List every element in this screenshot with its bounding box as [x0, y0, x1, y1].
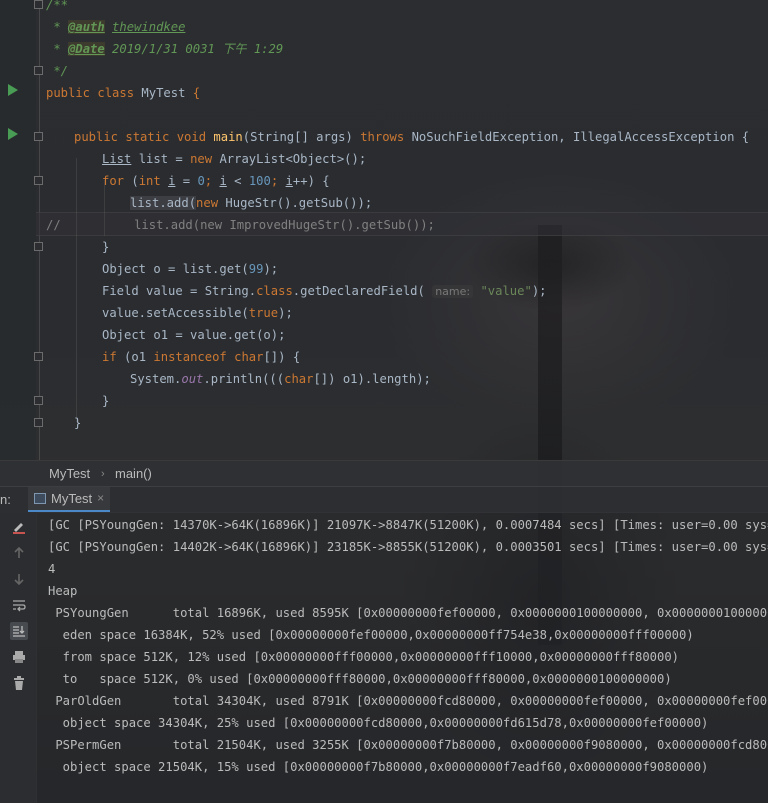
- code-line: }: [102, 240, 110, 254]
- console-line: [GC [PSYoungGen: 14370K->64K(16896K)] 21…: [48, 518, 768, 532]
- run-tab-mytest[interactable]: MyTest ×: [28, 486, 111, 512]
- down-arrow-icon[interactable]: [10, 570, 28, 588]
- code-line: System.out.println(((char[]) o1).length)…: [130, 372, 431, 386]
- fold-icon[interactable]: [34, 132, 43, 141]
- close-icon[interactable]: ×: [97, 486, 104, 511]
- code-line: }: [102, 394, 110, 408]
- code-line: public static void main(String[] args) t…: [74, 130, 750, 144]
- console-line: Heap: [48, 584, 78, 598]
- code-line: if (o1 instanceof char[]) {: [102, 350, 301, 364]
- soft-wrap-icon[interactable]: [10, 596, 28, 614]
- fold-icon[interactable]: [34, 176, 43, 185]
- stop-icon[interactable]: [10, 518, 28, 536]
- breadcrumb: MyTest › main(): [0, 460, 768, 487]
- run-main-icon[interactable]: [8, 128, 18, 140]
- code-line: Field value = String.class.getDeclaredFi…: [102, 284, 547, 298]
- console-line: from space 512K, 12% used [0x00000000fff…: [48, 650, 680, 664]
- code-line: for (int i = 0; i < 100; i++) {: [102, 174, 330, 188]
- fold-icon[interactable]: [34, 352, 43, 361]
- code-line: */: [53, 64, 69, 78]
- fold-icon[interactable]: [34, 418, 43, 427]
- indent-guide: [76, 158, 77, 422]
- run-tab-label: MyTest: [51, 491, 93, 506]
- code-line: // list.add(new ImprovedHugeStr().getSub…: [46, 218, 435, 232]
- parameter-hint: name:: [432, 285, 474, 298]
- code-line: Object o = list.get(99);: [102, 262, 279, 276]
- code-line: value.setAccessible(true);: [102, 306, 293, 320]
- up-arrow-icon[interactable]: [10, 544, 28, 562]
- console-line: to space 512K, 0% used [0x00000000fff800…: [48, 672, 672, 686]
- code-line: /**: [46, 0, 69, 12]
- console-line: 4: [48, 562, 56, 576]
- chevron-right-icon: ›: [101, 468, 105, 480]
- code-line: }: [74, 416, 82, 430]
- code-line: List list = new ArrayList<Object>();: [102, 152, 367, 166]
- console-line: [GC [PSYoungGen: 14402K->64K(16896K)] 23…: [48, 540, 768, 554]
- run-label: n:: [0, 492, 11, 507]
- print-icon[interactable]: [10, 648, 28, 666]
- code-line: Object o1 = value.get(o);: [102, 328, 286, 342]
- run-toolbar: [0, 512, 37, 803]
- console-line: PSYoungGen total 16896K, used 8595K [0x0…: [48, 606, 768, 620]
- editor-gutter: [0, 0, 36, 460]
- console-output[interactable]: [GC [PSYoungGen: 14370K->64K(16896K)] 21…: [36, 512, 768, 803]
- console-line: object space 21504K, 15% used [0x0000000…: [48, 760, 709, 774]
- console-line: PSPermGen total 21504K, used 3255K [0x00…: [48, 738, 768, 752]
- code-line: * @Date 2019/1/31 0031 下午 1:29: [46, 42, 284, 56]
- trash-icon[interactable]: [10, 674, 28, 692]
- fold-icon[interactable]: [34, 242, 43, 251]
- breadcrumb-method[interactable]: main(): [115, 461, 152, 487]
- run-class-icon[interactable]: [8, 84, 18, 96]
- code-line: public class MyTest {: [46, 86, 201, 100]
- fold-icon[interactable]: [34, 66, 43, 75]
- code-line: list.add(new HugeStr().getSub());: [130, 196, 373, 210]
- scroll-to-end-icon[interactable]: [10, 622, 28, 640]
- code-line: * @auth thewindkee: [46, 20, 186, 34]
- fold-icon[interactable]: [34, 0, 43, 9]
- class-file-icon: [34, 493, 46, 504]
- console-line: object space 34304K, 25% used [0x0000000…: [48, 716, 709, 730]
- run-tool-window-header: n: MyTest ×: [0, 486, 768, 513]
- fold-icon[interactable]: [34, 396, 43, 405]
- console-line: eden space 16384K, 52% used [0x00000000f…: [48, 628, 694, 642]
- code-editor[interactable]: /** * @auth thewindkee * @Date 2019/1/31…: [0, 0, 768, 460]
- breadcrumb-class[interactable]: MyTest: [49, 461, 90, 487]
- console-line: ParOldGen total 34304K, used 8791K [0x00…: [48, 694, 768, 708]
